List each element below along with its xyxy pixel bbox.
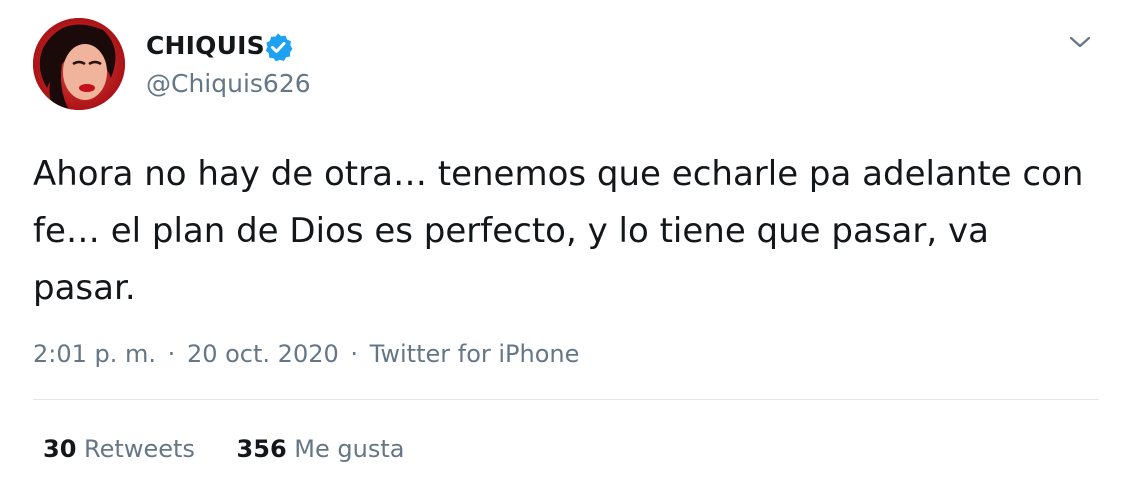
meta-separator: · xyxy=(167,340,176,368)
tweet-source[interactable]: Twitter for iPhone xyxy=(370,340,580,368)
tweet-card: CHIQUIS @Chiquis626 Ahora no hay de otra… xyxy=(0,0,1129,491)
retweets-count: 30 xyxy=(43,435,77,463)
tweet-metadata: 2:01 p. m. · 20 oct. 2020 · Twitter for … xyxy=(33,337,579,371)
verified-badge-icon xyxy=(265,33,293,62)
avatar[interactable] xyxy=(33,18,125,110)
likes-label: Me gusta xyxy=(294,435,405,463)
divider xyxy=(33,399,1099,400)
tweet-text: Ahora no hay de otra… tenemos que echarl… xyxy=(33,154,1084,308)
tweet-date[interactable]: 20 oct. 2020 xyxy=(187,340,339,368)
tweet-stats: 30 Retweets 356 Me gusta xyxy=(43,432,404,466)
tweet-time[interactable]: 2:01 p. m. xyxy=(33,340,156,368)
likes-count: 356 xyxy=(236,435,287,463)
retweets-stat[interactable]: 30 Retweets xyxy=(43,432,195,466)
retweets-label: Retweets xyxy=(84,435,195,463)
user-handle[interactable]: @Chiquis626 xyxy=(146,68,311,100)
meta-separator: · xyxy=(350,340,359,368)
likes-stat[interactable]: 356 Me gusta xyxy=(237,432,405,466)
avatar-photo xyxy=(33,18,125,110)
display-name[interactable]: CHIQUIS xyxy=(146,30,265,62)
chevron-down-icon[interactable] xyxy=(1066,30,1094,54)
